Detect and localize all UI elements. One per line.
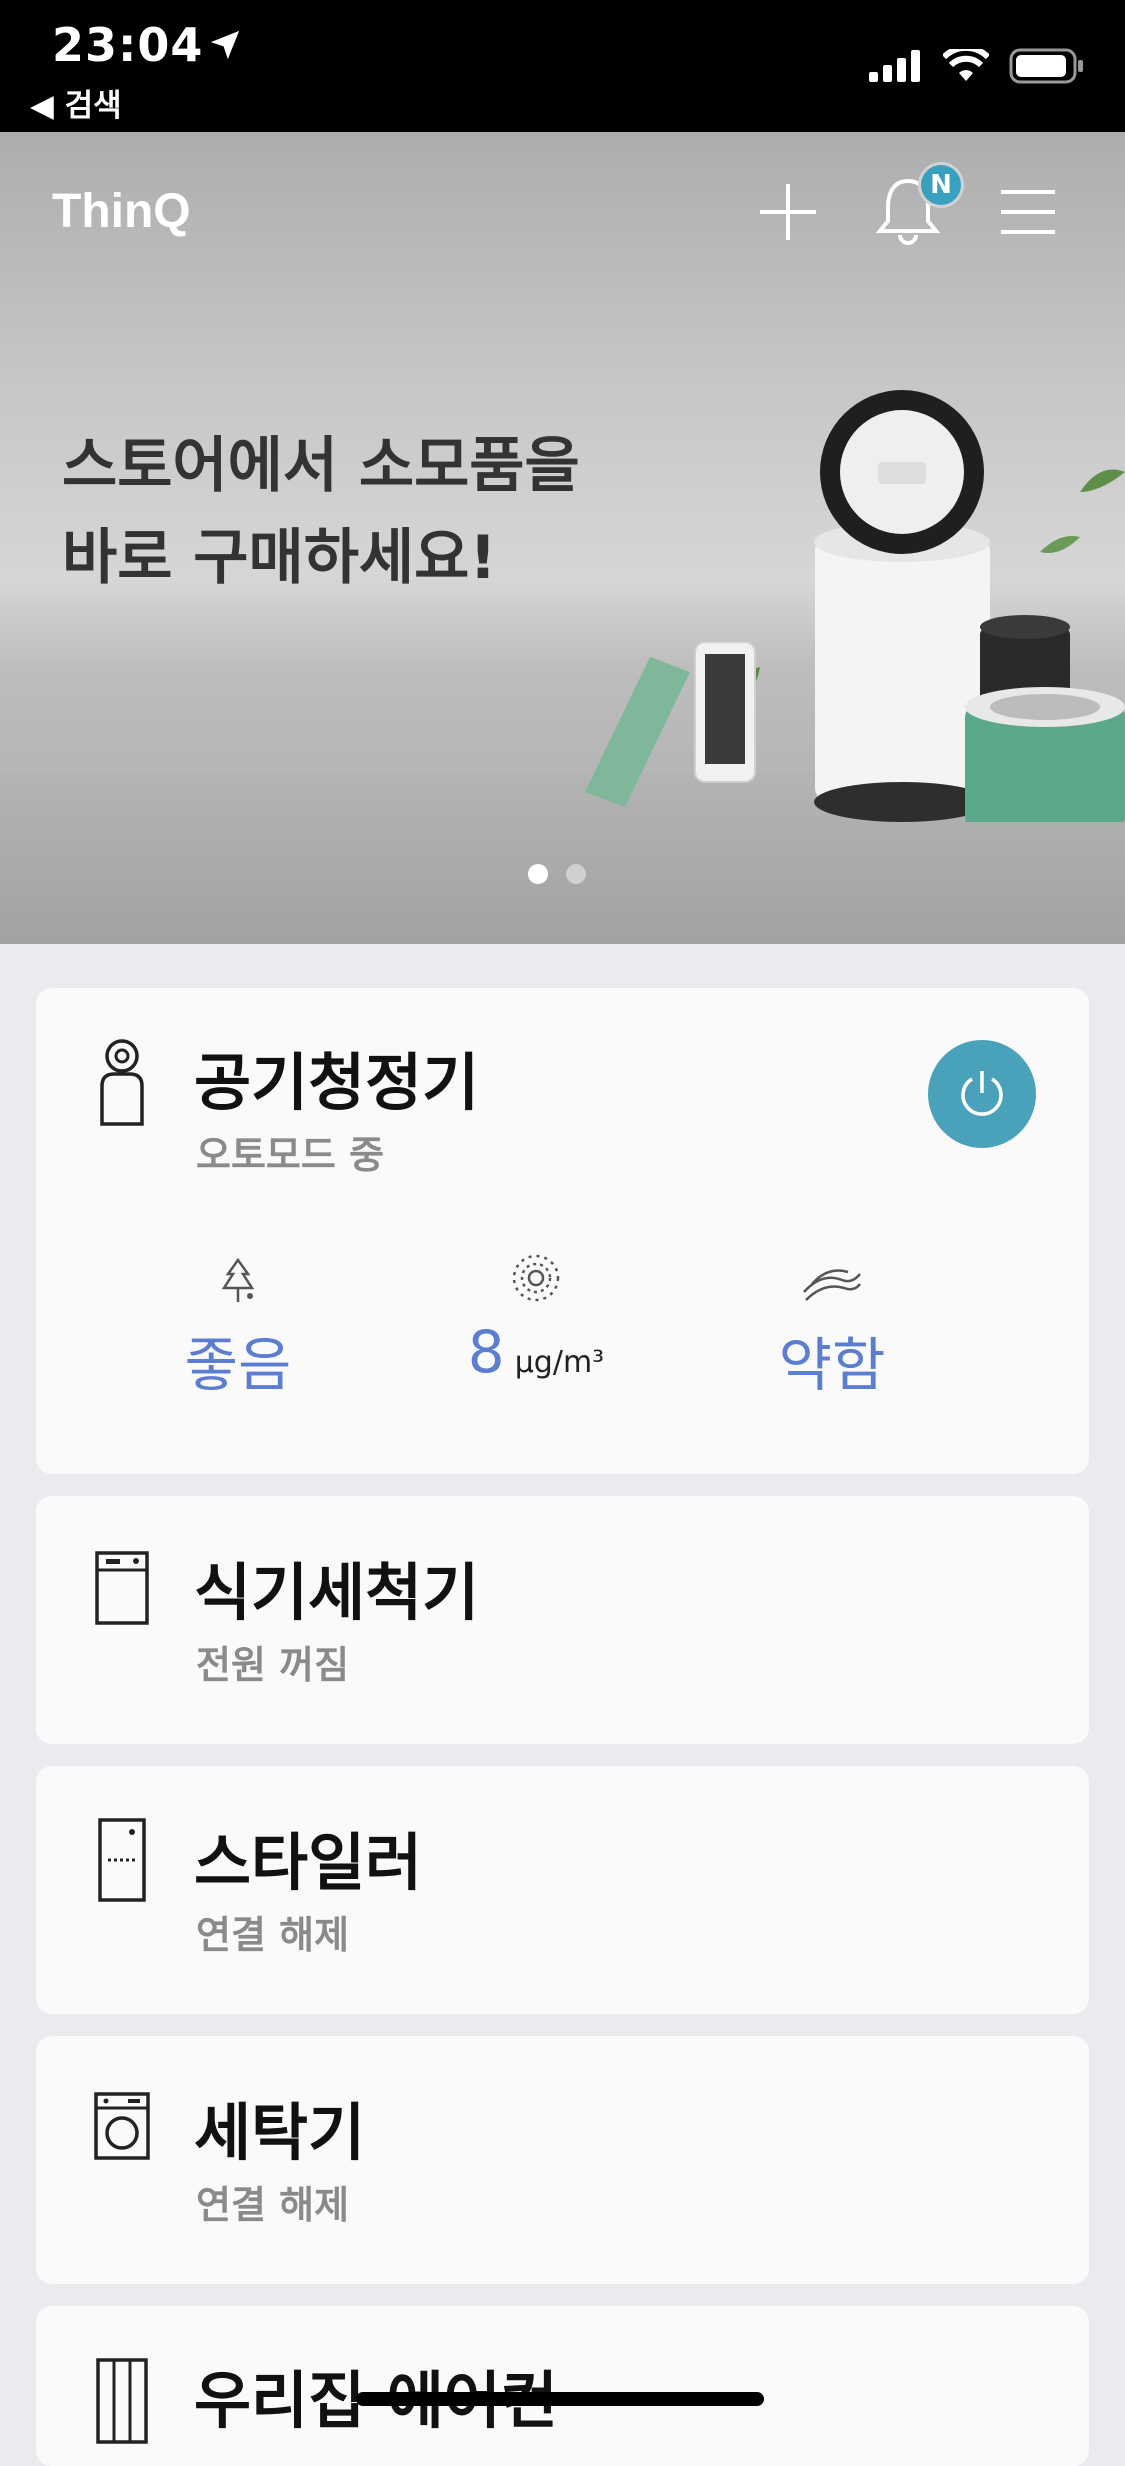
- device-name: 식기세척기: [194, 1556, 480, 1629]
- device-name: 스타일러: [194, 1826, 423, 1899]
- banner-page-indicator[interactable]: [528, 864, 586, 884]
- hamburger-menu-icon: [1001, 190, 1055, 234]
- menu-button[interactable]: [988, 172, 1068, 252]
- device-card-air-conditioner[interactable]: 우리집 에어컨: [36, 2306, 1089, 2466]
- banner-headline: 스토어에서 소모품을 바로 구매하세요!: [62, 420, 580, 604]
- plus-icon: [760, 184, 816, 240]
- home-indicator[interactable]: [356, 2392, 764, 2406]
- location-arrow-icon: [210, 30, 240, 60]
- device-status: 오토모드 중: [196, 1133, 385, 1177]
- dust-icon: [512, 1254, 560, 1302]
- notification-badge: N: [918, 162, 964, 208]
- device-status: 전원 꺼짐: [196, 1643, 350, 1687]
- styler-icon: [98, 1818, 146, 1902]
- fan-speed-value: 약함: [778, 1331, 886, 1399]
- status-indicators: [869, 48, 1085, 84]
- back-to-search-link[interactable]: ◀ 검색: [30, 80, 122, 125]
- device-card-washer[interactable]: 세탁기 연결 해제: [36, 2036, 1089, 2284]
- wifi-icon: [943, 49, 989, 81]
- device-status: 연결 해제: [196, 1913, 350, 1957]
- power-button[interactable]: [928, 1040, 1036, 1148]
- tree-icon: [221, 1257, 255, 1302]
- fan-speed-metric: 약함: [712, 1244, 952, 1402]
- dust-value: 8: [467, 1318, 505, 1386]
- page-dot-1[interactable]: [528, 864, 548, 884]
- battery-icon: [1009, 48, 1083, 84]
- air-purifier-icon: [100, 1039, 144, 1126]
- air-purifier-product-image: [585, 390, 1125, 822]
- air-conditioner-icon: [96, 2358, 148, 2444]
- cellular-signal-icon: [869, 50, 920, 82]
- wind-icon: [803, 1269, 861, 1301]
- add-device-button[interactable]: [748, 172, 828, 252]
- washer-icon: [94, 2092, 150, 2160]
- device-name: 공기청정기: [194, 1046, 480, 1119]
- app-logo: ThinQ: [52, 185, 191, 238]
- air-quality-metric: 좋음: [118, 1244, 358, 1402]
- dust-unit: μg/m³: [514, 1345, 605, 1380]
- device-card-styler[interactable]: 스타일러 연결 해제: [36, 1766, 1089, 2014]
- power-icon: [961, 1071, 1003, 1116]
- status-bar: 23:04 ◀ 검색: [0, 0, 1125, 132]
- device-status: 연결 해제: [196, 2183, 350, 2227]
- promo-banner[interactable]: ThinQ N 스토어에서 소모품을 바로 구매하세요!: [0, 132, 1125, 944]
- status-time: 23:04: [52, 18, 204, 72]
- dust-metric: 8 μg/m³: [416, 1244, 656, 1386]
- page-dot-2[interactable]: [566, 864, 586, 884]
- banner-headline-line2: 바로 구매하세요!: [62, 523, 497, 593]
- device-name: 세탁기: [194, 2096, 366, 2169]
- device-card-dishwasher[interactable]: 식기세척기 전원 꺼짐: [36, 1496, 1089, 1744]
- air-quality-value: 좋음: [184, 1331, 292, 1399]
- device-card-air-purifier[interactable]: 공기청정기 오토모드 중 좋음 8 μg/m³ 약함: [36, 988, 1089, 1474]
- dishwasher-icon: [95, 1551, 149, 1625]
- banner-headline-line1: 스토어에서 소모품을: [62, 431, 580, 501]
